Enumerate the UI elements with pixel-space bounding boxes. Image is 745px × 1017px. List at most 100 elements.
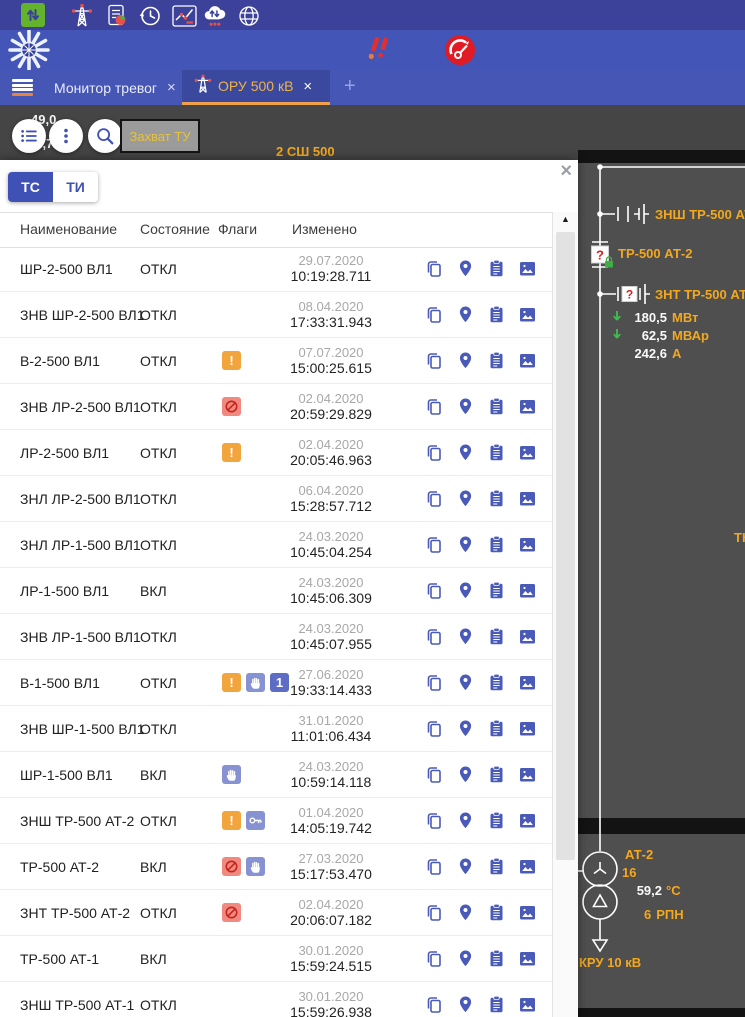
- table-row[interactable]: ЗНВ ШР-2-500 ВЛ1 ОТКЛ 08.04.2020 17:33:3…: [0, 292, 552, 338]
- copy-icon[interactable]: [424, 397, 444, 417]
- clipboard-icon[interactable]: [486, 765, 506, 785]
- clipboard-icon[interactable]: [486, 811, 506, 831]
- copy-icon[interactable]: [424, 535, 444, 555]
- clipboard-icon[interactable]: [486, 719, 506, 739]
- copy-icon[interactable]: [424, 627, 444, 647]
- location-pin-icon[interactable]: [455, 351, 475, 371]
- image-icon[interactable]: [517, 857, 537, 877]
- image-icon[interactable]: [517, 581, 537, 601]
- copy-icon[interactable]: [424, 443, 444, 463]
- image-icon[interactable]: [517, 443, 537, 463]
- search-button[interactable]: [88, 119, 122, 153]
- scrollbar[interactable]: ▲: [552, 212, 578, 1017]
- clipboard-icon[interactable]: [486, 397, 506, 417]
- capture-tu-button[interactable]: Захват ТУ: [120, 119, 200, 153]
- close-icon[interactable]: ×: [167, 79, 176, 96]
- table-row[interactable]: ШР-1-500 ВЛ1 ВКЛ 24.03.2020 10:59:14.118: [0, 752, 552, 798]
- alarm-exclamations-icon[interactable]: [366, 36, 392, 70]
- history-icon[interactable]: [137, 3, 163, 28]
- scrollbar-thumb[interactable]: [556, 232, 575, 860]
- table-row[interactable]: ТР-500 АТ-1 ВКЛ 30.01.2020 15:59:24.515: [0, 936, 552, 982]
- close-icon[interactable]: ×: [303, 78, 312, 95]
- location-pin-icon[interactable]: [455, 489, 475, 509]
- more-options-button[interactable]: [49, 119, 83, 153]
- location-pin-icon[interactable]: [455, 811, 475, 831]
- location-pin-icon[interactable]: [455, 765, 475, 785]
- table-row[interactable]: ЗНВ ШР-1-500 ВЛ1 ОТКЛ 31.01.2020 11:01:0…: [0, 706, 552, 752]
- table-row[interactable]: ЗНВ ЛР-1-500 ВЛ1 ОТКЛ 24.03.2020 10:45:0…: [0, 614, 552, 660]
- location-pin-icon[interactable]: [455, 995, 475, 1015]
- location-pin-icon[interactable]: [455, 443, 475, 463]
- image-icon[interactable]: [517, 351, 537, 371]
- clipboard-icon[interactable]: [486, 627, 506, 647]
- copy-icon[interactable]: [424, 351, 444, 371]
- table-row[interactable]: В-1-500 ВЛ1 ОТКЛ ! 1 27.06.2020 19:33:14.…: [0, 660, 552, 706]
- location-pin-icon[interactable]: [455, 673, 475, 693]
- location-pin-icon[interactable]: [455, 397, 475, 417]
- clipboard-icon[interactable]: [486, 443, 506, 463]
- table-row[interactable]: ЗНТ ТР-500 АТ-2 ОТКЛ 02.04.2020 20:06:07…: [0, 890, 552, 936]
- close-icon[interactable]: ×: [560, 160, 572, 183]
- table-row[interactable]: ЗНВ ЛР-2-500 ВЛ1 ОТКЛ 02.04.2020 20:59:2…: [0, 384, 552, 430]
- location-pin-icon[interactable]: [455, 949, 475, 969]
- add-tab-button[interactable]: +: [344, 75, 356, 98]
- clipboard-icon[interactable]: [486, 903, 506, 923]
- image-icon[interactable]: [517, 673, 537, 693]
- clipboard-icon[interactable]: [486, 857, 506, 877]
- clipboard-icon[interactable]: [486, 489, 506, 509]
- clipboard-icon[interactable]: [486, 305, 506, 325]
- location-pin-icon[interactable]: [455, 535, 475, 555]
- copy-icon[interactable]: [424, 765, 444, 785]
- copy-icon[interactable]: [424, 857, 444, 877]
- copy-icon[interactable]: [424, 995, 444, 1015]
- copy-icon[interactable]: [424, 259, 444, 279]
- table-row[interactable]: ШР-2-500 ВЛ1 ОТКЛ 29.07.2020 10:19:28.71…: [0, 246, 552, 292]
- table-row[interactable]: ЗНЛ ЛР-2-500 ВЛ1 ОТКЛ 06.04.2020 15:28:5…: [0, 476, 552, 522]
- report-icon[interactable]: [104, 3, 130, 28]
- image-icon[interactable]: [517, 627, 537, 647]
- location-pin-icon[interactable]: [455, 903, 475, 923]
- copy-icon[interactable]: [424, 949, 444, 969]
- table-row[interactable]: ЛР-2-500 ВЛ1 ОТКЛ ! 02.04.2020 20:05:46.…: [0, 430, 552, 476]
- gauge-icon[interactable]: [443, 33, 477, 72]
- globe-icon[interactable]: [236, 3, 262, 28]
- clipboard-icon[interactable]: [486, 995, 506, 1015]
- clipboard-icon[interactable]: [486, 535, 506, 555]
- table-row[interactable]: ЗНЛ ЛР-1-500 ВЛ1 ОТКЛ 24.03.2020 10:45:0…: [0, 522, 552, 568]
- clipboard-icon[interactable]: [486, 259, 506, 279]
- table-row[interactable]: ЗНШ ТР-500 АТ-1 ОТКЛ 30.01.2020 15:59:26…: [0, 982, 552, 1017]
- clipboard-icon[interactable]: [486, 673, 506, 693]
- image-icon[interactable]: [517, 811, 537, 831]
- table-row[interactable]: ТР-500 АТ-2 ВКЛ 27.03.2020 15:17:53.470: [0, 844, 552, 890]
- table-row[interactable]: ЛР-1-500 ВЛ1 ВКЛ 24.03.2020 10:45:06.309: [0, 568, 552, 614]
- copy-icon[interactable]: [424, 489, 444, 509]
- copy-icon[interactable]: [424, 581, 444, 601]
- trend-chart-icon[interactable]: [171, 3, 197, 28]
- tab-oru-500[interactable]: ОРУ 500 кВ ×: [182, 70, 330, 105]
- copy-icon[interactable]: [424, 673, 444, 693]
- list-view-button[interactable]: [12, 119, 46, 153]
- clipboard-icon[interactable]: [486, 949, 506, 969]
- location-pin-icon[interactable]: [455, 719, 475, 739]
- image-icon[interactable]: [517, 949, 537, 969]
- clipboard-icon[interactable]: [486, 351, 506, 371]
- location-pin-icon[interactable]: [455, 627, 475, 647]
- copy-icon[interactable]: [424, 811, 444, 831]
- location-pin-icon[interactable]: [455, 305, 475, 325]
- copy-icon[interactable]: [424, 719, 444, 739]
- image-icon[interactable]: [517, 765, 537, 785]
- image-icon[interactable]: [517, 535, 537, 555]
- location-pin-icon[interactable]: [455, 581, 475, 601]
- location-pin-icon[interactable]: [455, 857, 475, 877]
- table-row[interactable]: В-2-500 ВЛ1 ОТКЛ ! 07.07.2020 15:00:25.6…: [0, 338, 552, 384]
- tab-ts[interactable]: ТС: [8, 172, 53, 202]
- location-pin-icon[interactable]: [455, 259, 475, 279]
- copy-icon[interactable]: [424, 305, 444, 325]
- transfer-updown-icon[interactable]: [21, 3, 45, 27]
- tab-ti[interactable]: ТИ: [53, 172, 98, 202]
- table-row[interactable]: ЗНШ ТР-500 АТ-2 ОТКЛ ! 01.04.2020 14:05:…: [0, 798, 552, 844]
- menu-icon[interactable]: [12, 79, 33, 96]
- transmission-tower-icon[interactable]: [69, 3, 95, 28]
- tab-alarm-monitor[interactable]: Монитор тревог ×: [40, 70, 180, 105]
- clipboard-icon[interactable]: [486, 581, 506, 601]
